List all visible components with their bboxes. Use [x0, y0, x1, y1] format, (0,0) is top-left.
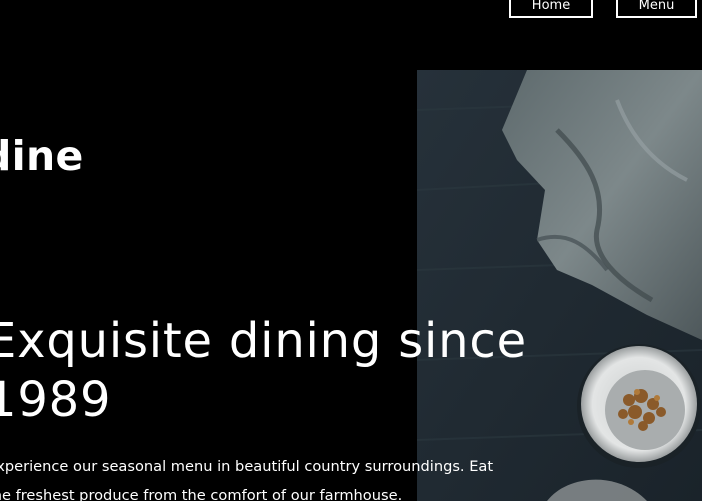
hero-intro-line-2: the freshest produce from the comfort of… [0, 487, 403, 501]
hero-intro-line-1: Experience our seasonal menu in beautifu… [0, 458, 494, 475]
table-napkin-bowl-photo [417, 70, 702, 501]
hero-image [417, 70, 702, 501]
hero-headline-line-1: Exquisite dining since [0, 313, 527, 369]
hero-intro-text: Experience our seasonal menu in beautifu… [0, 452, 557, 501]
logo[interactable]: dine [0, 136, 84, 177]
home-nav-button[interactable]: Home [509, 0, 593, 18]
menu-nav-button[interactable]: Menu [616, 0, 697, 18]
hero-headline-line-2: 1989 [0, 372, 112, 428]
hero-headline: Exquisite dining since 1989 [0, 312, 566, 430]
